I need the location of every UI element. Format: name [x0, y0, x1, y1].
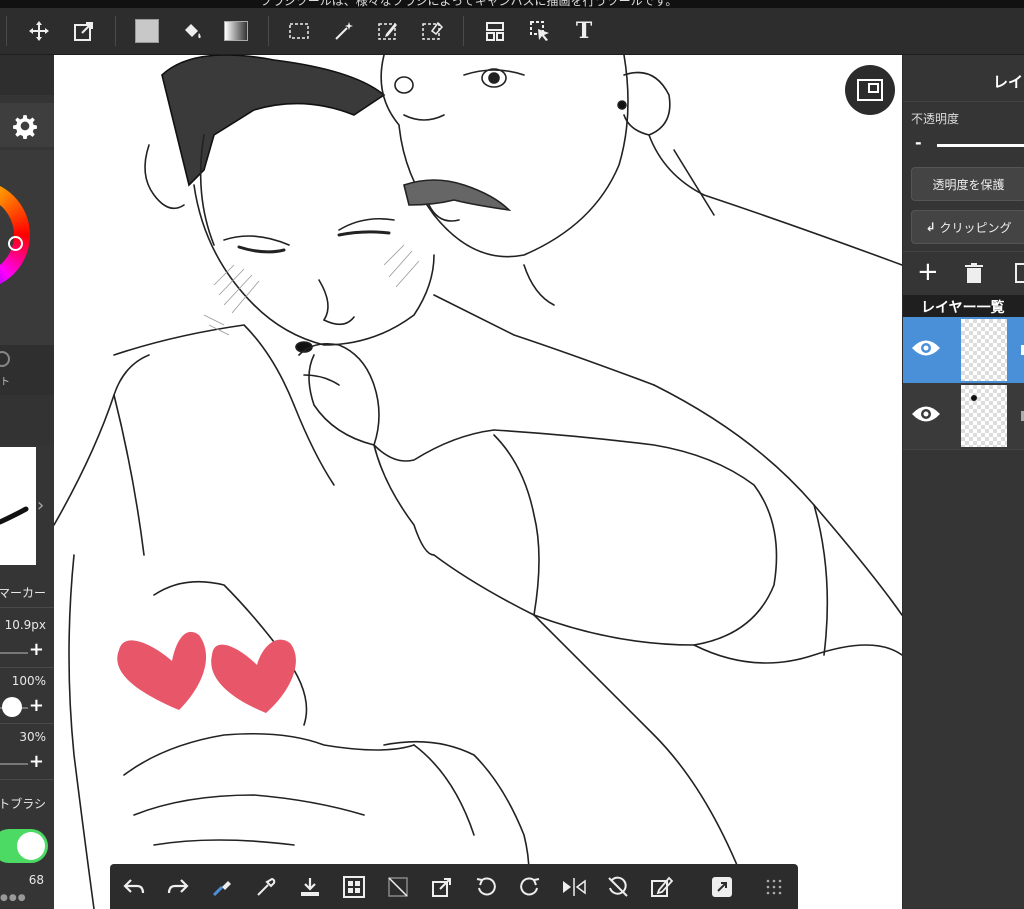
- menu-grid-icon[interactable]: [758, 871, 790, 903]
- heart-stickers: [117, 631, 296, 713]
- transform-icon[interactable]: [67, 14, 101, 48]
- brush-size-slider[interactable]: [0, 652, 28, 654]
- toolbar-divider: [6, 16, 7, 46]
- brush-settings-panel: ト › マーカー 10.9px + 100% + 30% + トブラシ 68 ●…: [0, 55, 54, 909]
- rotate-right-icon[interactable]: [514, 871, 546, 903]
- chevron-right-icon[interactable]: ›: [37, 495, 44, 516]
- brush-size-value: 10.9px: [4, 618, 46, 632]
- rotate-left-icon[interactable]: [470, 871, 502, 903]
- color-history-row: ト: [0, 345, 54, 395]
- hint-text: フラシツールは、様々なフラシによってキャンハスに描画を行うツールです。: [260, 0, 678, 8]
- eye-icon[interactable]: [911, 403, 941, 429]
- bottom-toolbar: [110, 864, 798, 909]
- move-icon[interactable]: [22, 14, 56, 48]
- frame-divide-icon[interactable]: [478, 14, 512, 48]
- select-eraser-icon[interactable]: [415, 14, 449, 48]
- magic-wand-icon[interactable]: [327, 14, 361, 48]
- layer-panel-title: レイ: [993, 73, 1024, 91]
- layer-panel: レイ 不透明度 - 透明度を保護 ↲ クリッピング + レイヤー一覧: [903, 55, 1024, 909]
- divider: [0, 723, 54, 724]
- brush-eraser-icon[interactable]: [206, 871, 238, 903]
- divider: [903, 449, 1024, 450]
- clipping-label: クリッピング: [939, 220, 1012, 235]
- toolbar-divider: [463, 16, 464, 46]
- toolbar-divider: [268, 16, 269, 46]
- toolbar-divider: [115, 16, 116, 46]
- bottom-value: 68: [28, 873, 44, 887]
- duplicate-layer-icon[interactable]: [1015, 263, 1024, 283]
- undo-icon[interactable]: [118, 871, 150, 903]
- layer-thumbnail: [961, 385, 1007, 447]
- toggle-knob: [17, 832, 45, 860]
- brush-header: [0, 395, 54, 445]
- transform-icon[interactable]: [426, 871, 458, 903]
- divider: [0, 607, 54, 608]
- navigator-button[interactable]: [845, 65, 895, 115]
- opacity-slider-knob[interactable]: [2, 697, 22, 717]
- protect-alpha-button[interactable]: 透明度を保護: [911, 167, 1024, 201]
- hint-bar: フラシツールは、様々なフラシによってキャンハスに描画を行うツールです。: [0, 0, 1024, 8]
- hardness-plus-button[interactable]: +: [29, 751, 44, 772]
- color-panel-header: [0, 55, 54, 95]
- fill-color-icon[interactable]: [130, 14, 164, 48]
- color-wheel-area[interactable]: [0, 150, 54, 345]
- opacity-value: 100%: [11, 674, 46, 688]
- brush-name: マーカー: [0, 586, 46, 600]
- select-rect-icon[interactable]: [282, 14, 316, 48]
- clear-icon[interactable]: [382, 871, 414, 903]
- settings-row: [0, 103, 54, 147]
- layer-item[interactable]: [903, 383, 1024, 449]
- divider: [0, 667, 54, 668]
- layer-opacity-slider[interactable]: [937, 144, 1024, 147]
- text-icon[interactable]: T: [567, 14, 601, 48]
- layer-list-title: レイヤー一覧: [921, 300, 1005, 316]
- eye-icon[interactable]: [911, 337, 941, 363]
- share-icon[interactable]: [706, 871, 738, 903]
- stabilizer-label: トブラシ: [0, 797, 46, 811]
- top-toolbar: T: [0, 8, 1024, 55]
- import-icon[interactable]: [294, 871, 326, 903]
- operation-icon[interactable]: [523, 14, 557, 48]
- hardness-value: 30%: [19, 730, 46, 744]
- drawing-canvas[interactable]: [54, 55, 902, 909]
- artwork: [54, 55, 902, 909]
- opacity-label: 不透明度: [911, 112, 960, 126]
- more-dots-icon[interactable]: ●●●: [0, 893, 27, 903]
- add-layer-icon[interactable]: +: [917, 257, 939, 287]
- delete-layer-icon[interactable]: [965, 263, 983, 287]
- layer-list-header: レイヤー一覧: [903, 295, 1024, 317]
- divider: [903, 101, 1024, 102]
- divider: [903, 251, 1024, 252]
- layer-thumbnail: [961, 319, 1007, 381]
- grid-icon[interactable]: [338, 871, 370, 903]
- brush-preview[interactable]: [0, 447, 36, 565]
- opacity-plus-button[interactable]: +: [29, 695, 44, 716]
- clipping-arrow-icon: ↲: [925, 220, 936, 234]
- eyedropper-icon[interactable]: [250, 871, 282, 903]
- opacity-minus-button[interactable]: -: [915, 133, 922, 152]
- stabilizer-toggle[interactable]: [0, 829, 48, 863]
- redo-icon[interactable]: [162, 871, 194, 903]
- select-pen-icon[interactable]: [371, 14, 405, 48]
- gear-icon[interactable]: [12, 113, 38, 139]
- divider: [0, 779, 54, 780]
- rotate-reset-icon[interactable]: [602, 871, 634, 903]
- clipping-button[interactable]: ↲ クリッピング: [911, 210, 1024, 244]
- palette-icon[interactable]: [0, 351, 10, 367]
- layer-item-selected[interactable]: [903, 317, 1024, 383]
- gradient-icon[interactable]: [219, 14, 253, 48]
- edit-icon[interactable]: [646, 871, 678, 903]
- hardness-slider[interactable]: [0, 763, 28, 765]
- flip-icon[interactable]: [558, 871, 590, 903]
- color-wheel-cursor[interactable]: [8, 236, 23, 251]
- partial-label: ト: [0, 377, 10, 388]
- bucket-icon[interactable]: [175, 14, 209, 48]
- brush-size-plus-button[interactable]: +: [29, 639, 44, 660]
